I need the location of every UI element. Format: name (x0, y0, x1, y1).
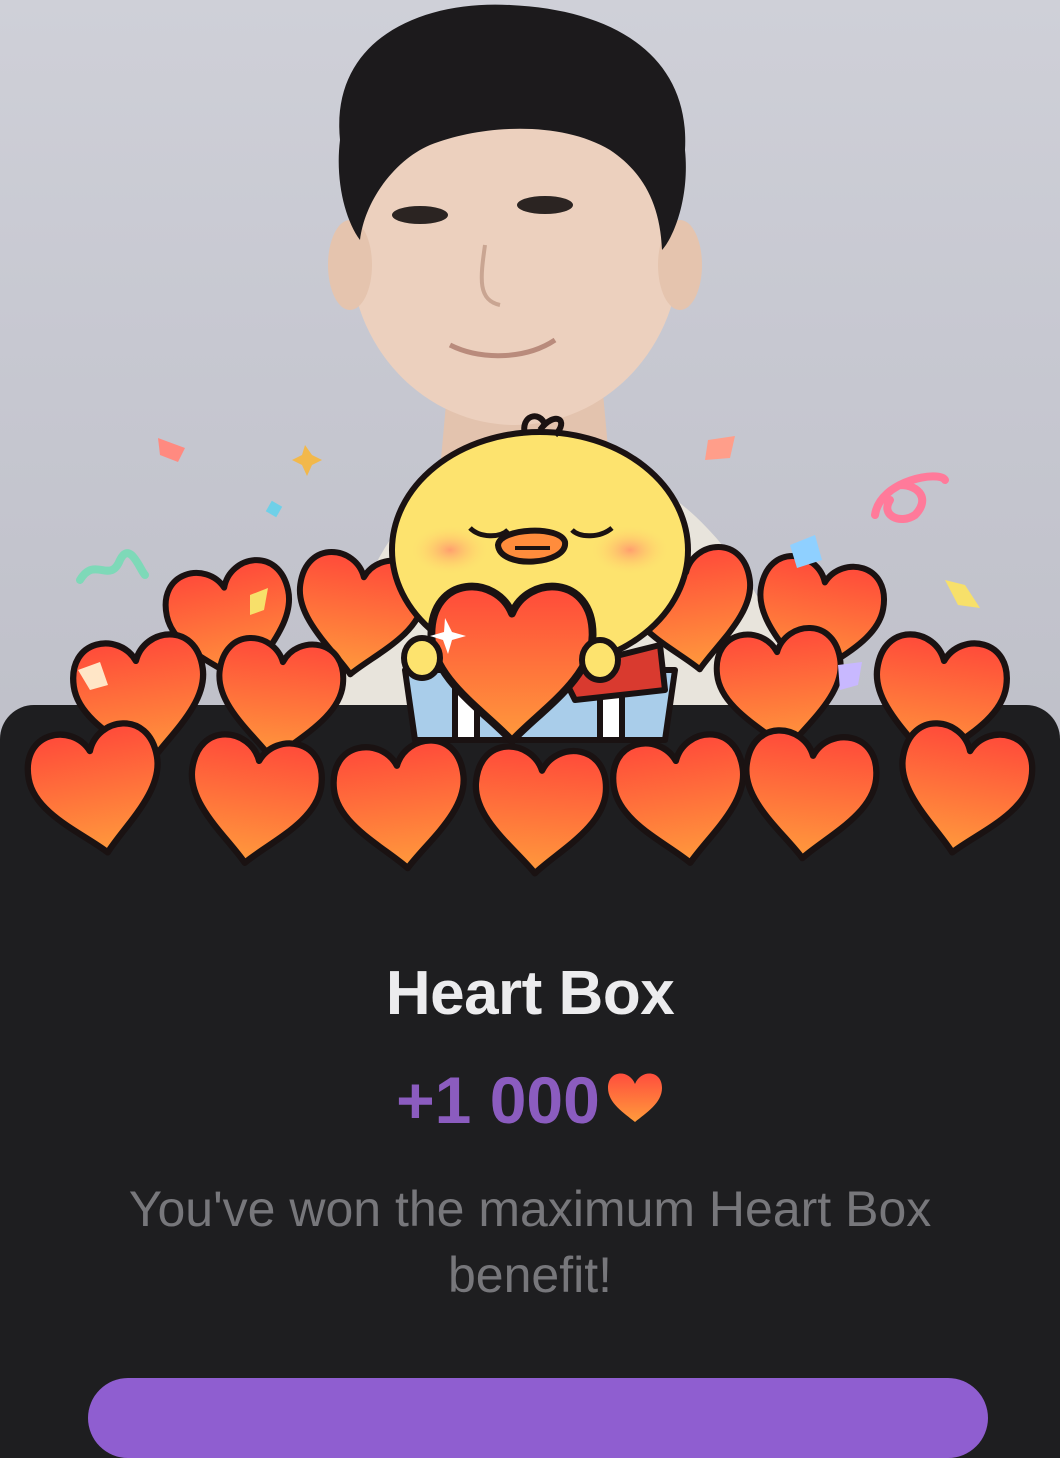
heart-icon (606, 1062, 664, 1138)
reward-amount: +1 000 (396, 1063, 600, 1137)
reward-title: Heart Box (385, 959, 675, 1028)
reward-amount-row: +1 000 (0, 1062, 1060, 1138)
confirm-button[interactable] (88, 1378, 988, 1458)
heart-box-illustration (0, 400, 1060, 900)
reward-message: You've won the maximum Heart Box benefit… (128, 1181, 932, 1303)
